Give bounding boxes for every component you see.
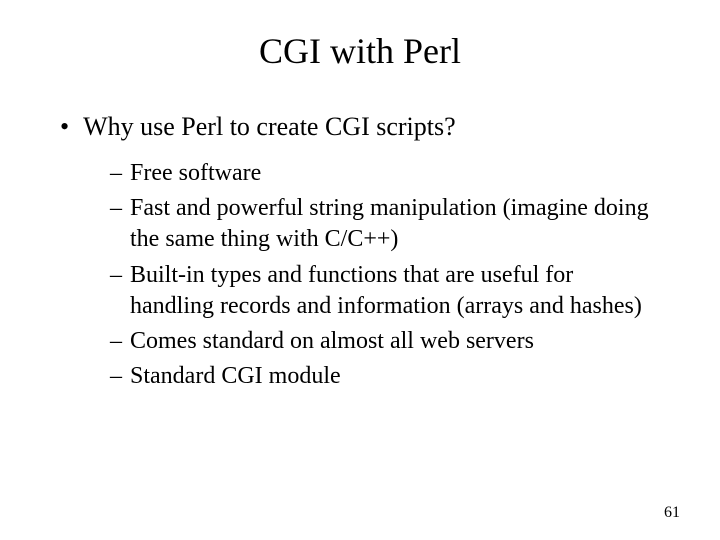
bullet-level2: – Fast and powerful string manipulation … [110,193,670,255]
sub-item-text: Fast and powerful string manipulation (i… [130,193,660,255]
dash-marker: – [110,193,122,255]
bullet-level2: – Comes standard on almost all web serve… [110,326,670,357]
bullet-level1: • Why use Perl to create CGI scripts? [60,112,670,142]
sub-item-text: Comes standard on almost all web servers [130,326,534,357]
page-number: 61 [664,504,680,522]
bullet-level2: – Standard CGI module [110,361,670,392]
dash-marker: – [110,326,122,357]
bullet-marker: • [60,112,69,142]
dash-marker: – [110,158,122,189]
sub-item-text: Standard CGI module [130,361,341,392]
sub-item-text: Free software [130,158,261,189]
dash-marker: – [110,361,122,392]
dash-marker: – [110,260,122,322]
bullet-level2: – Free software [110,158,670,189]
slide-title: CGI with Perl [50,30,670,72]
sub-item-text: Built-in types and functions that are us… [130,260,660,322]
bullet-text: Why use Perl to create CGI scripts? [83,112,456,142]
bullet-level2: – Built-in types and functions that are … [110,260,670,322]
